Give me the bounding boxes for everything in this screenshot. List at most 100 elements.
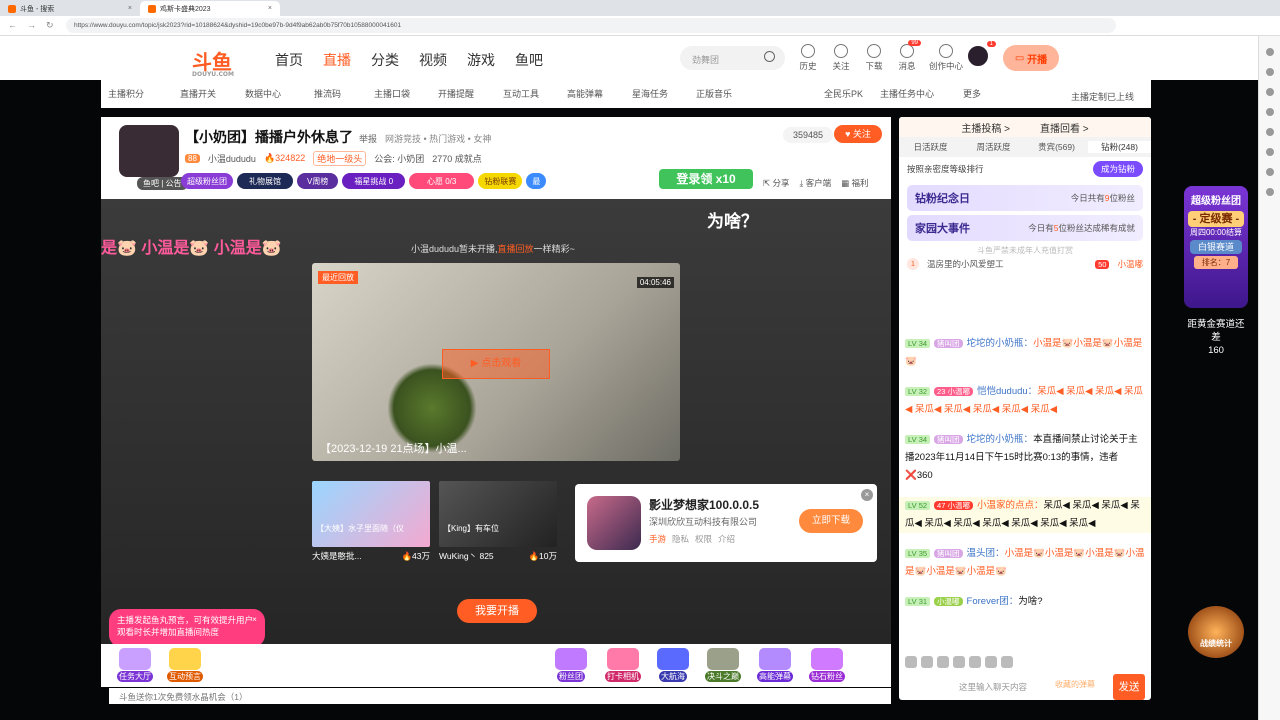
subnav-item[interactable]: 互动工具 <box>503 87 539 100</box>
i-want-live-button[interactable]: 我要开播 <box>457 599 537 623</box>
follow-list-button[interactable]: 关注 <box>829 44 853 72</box>
url-field[interactable]: https://www.douyu.com/topic/jsk2023?rid=… <box>66 18 1116 33</box>
more-pill[interactable]: 最 <box>526 173 547 189</box>
video-player[interactable]: 为啥？ 是🐷 小温是🐷 小温是🐷 小温dududu暂未开播,直播回放一样精彩~ … <box>101 199 891 644</box>
follow-button[interactable]: ♥ 关注 <box>834 125 882 143</box>
welfare-button[interactable]: ▦ 福利 <box>841 177 868 189</box>
tab-daily[interactable]: 日活跃度 <box>899 141 962 153</box>
rank-icon[interactable] <box>969 656 981 668</box>
command-icon[interactable] <box>985 656 997 668</box>
anchor-submit-link[interactable]: 主播投稿 > <box>961 120 1010 135</box>
tools-icon[interactable] <box>1265 88 1274 96</box>
copilot-icon[interactable] <box>1265 128 1274 136</box>
diamond-league-pill[interactable]: 钻粉联赛 <box>478 173 523 189</box>
replay-link[interactable]: 直播回放 <box>498 244 534 254</box>
achievement-label[interactable]: 2770 成就点 <box>432 152 482 165</box>
subnav-item[interactable]: 正版音乐 <box>696 87 732 100</box>
recommend-card[interactable]: 【大姨】水子里面随（仪 大姨是憨批... 🔥43万 <box>312 481 430 569</box>
subnav-item[interactable]: 主播口袋 <box>374 87 410 100</box>
chat-input[interactable]: 这里输入聊天内容 收藏的弹幕 发送 <box>899 673 1151 700</box>
gift-hall-pill[interactable]: 礼物展馆 <box>237 173 293 189</box>
douyu-logo[interactable]: 斗鱼 DOUYU.COM <box>192 46 234 78</box>
forward-icon[interactable]: → <box>27 20 36 31</box>
login-reward-button[interactable]: 登录领 x10 <box>659 169 753 189</box>
start-live-button[interactable]: ▭ 开播 <box>1003 45 1059 71</box>
checkin-camera-button[interactable]: 打卡相机 <box>601 648 645 682</box>
subnav-item[interactable]: 主播定制已上线 <box>1071 90 1134 103</box>
subnav-item[interactable]: 更多 <box>963 87 981 100</box>
bookmark-icon[interactable] <box>1265 68 1274 76</box>
reload-icon[interactable]: ↻ <box>46 20 54 31</box>
superfan-pill[interactable]: 超级粉丝团 <box>181 173 233 189</box>
prediction-button[interactable]: 互动预言 <box>163 648 207 682</box>
voyage-button[interactable]: 大航海 <box>651 648 695 682</box>
browser-tab-active[interactable]: 鸡斯卡盛典2023 × <box>140 1 280 16</box>
nav-category[interactable]: 分类 <box>371 50 399 70</box>
become-fan-button[interactable]: 成为钻粉 <box>1092 161 1143 177</box>
subnav-item[interactable]: 主播任务中心 <box>880 87 934 100</box>
task-hall-button[interactable]: 任务大厅 <box>113 648 157 682</box>
subnav-item[interactable]: 高能弹幕 <box>567 87 603 100</box>
chat-user[interactable]: 小温家的点点： <box>977 500 1044 511</box>
news-ticker[interactable]: 斗鱼送你1次免费领水晶机会（1） <box>109 688 891 704</box>
recommend-card[interactable]: 【King】有车位 WuKing丶 825 🔥10万 <box>439 481 557 569</box>
search-icon[interactable] <box>1265 48 1274 56</box>
lucky-challenge-pill[interactable]: 福星挑战 0 <box>342 173 406 189</box>
emoji-icon[interactable] <box>905 656 917 668</box>
user-avatar[interactable]: 1 <box>966 41 996 68</box>
subnav-item[interactable]: 开播提醒 <box>438 87 474 100</box>
nav-game[interactable]: 游戏 <box>467 50 495 70</box>
ad-privacy-link[interactable]: 隐私 <box>672 533 689 545</box>
send-button[interactable]: 发送 <box>1113 674 1145 700</box>
subnav-item[interactable]: 数据中心 <box>245 87 281 100</box>
subnav-item[interactable]: 推流码 <box>314 87 341 100</box>
ad-download-button[interactable]: 立即下载 <box>799 509 863 533</box>
close-icon[interactable]: × <box>252 613 257 625</box>
play-replay-button[interactable]: ▶ 点击观看 <box>442 349 550 379</box>
tab-diamond[interactable]: 钻粉(248) <box>1088 141 1151 153</box>
chat-user[interactable]: 坨坨的小奶瓶： <box>967 338 1034 349</box>
fishbar-notice[interactable]: 鱼吧 | 公告 <box>137 177 188 190</box>
vweek-pill[interactable]: V周榜 <box>297 173 339 189</box>
subnav-item[interactable]: 直播开关 <box>180 87 216 100</box>
share-button[interactable]: ⇱ 分享 <box>763 177 790 189</box>
home-event-card[interactable]: 家园大事件 今日有5位粉丝达成稀有成就 <box>907 215 1143 241</box>
replay-card[interactable]: 最近回放 04:05:46 ▶ 点击观看 【2023-12-19 21点场】小温… <box>312 263 680 461</box>
outlook-icon[interactable] <box>1265 148 1274 156</box>
search-icon[interactable] <box>764 51 775 62</box>
streamer-avatar[interactable] <box>119 125 179 177</box>
back-icon[interactable]: ← <box>8 20 17 31</box>
download-button[interactable]: 下载 <box>862 44 886 72</box>
battle-stats-button[interactable]: 战绩统计 <box>1188 606 1244 658</box>
ad-permission-link[interactable]: 权限 <box>695 533 712 545</box>
room-category[interactable]: 网游竞技 • 热门游戏 • 女神 <box>385 134 491 144</box>
guild-label[interactable]: 公会: 小奶团 <box>374 152 424 165</box>
diamond-fan-button[interactable]: 钻石粉丝 <box>805 648 849 682</box>
nav-video[interactable]: 视频 <box>419 50 447 70</box>
client-button[interactable]: ⤓ 客户端 <box>800 177 832 189</box>
duel-button[interactable]: 决斗之巅 <box>701 648 745 682</box>
fan-icon[interactable] <box>937 656 949 668</box>
subnav-item[interactable]: 星海任务 <box>632 87 668 100</box>
ad-intro-link[interactable]: 介绍 <box>718 533 735 545</box>
nav-yuba[interactable]: 鱼吧 <box>515 50 543 70</box>
close-icon[interactable]: × <box>268 5 272 12</box>
horn-icon[interactable] <box>921 656 933 668</box>
wish-pill[interactable]: 心愿 0/3 <box>409 173 475 189</box>
message-button[interactable]: 99 消息 <box>895 40 921 72</box>
chat-list[interactable]: LV 34 猪叫团 坨坨的小奶瓶：小温是🐷小温是🐷小温是🐷 LV 32 23 小温嘟恺… <box>899 335 1151 653</box>
chat-user[interactable]: 坨坨的小奶瓶： <box>967 434 1034 445</box>
close-icon[interactable]: × <box>861 489 873 501</box>
chat-user[interactable]: 温头团： <box>967 548 1005 559</box>
rank-entry[interactable]: 1 温房里的小风爱塑工 50 小温嘟 <box>899 256 1151 272</box>
nav-live[interactable]: 直播 <box>323 50 351 70</box>
fan-anniversary-card[interactable]: 钻粉纪念日 今日共有9位粉丝 <box>907 185 1143 211</box>
energy-danmu-button[interactable]: 高能弹幕 <box>753 648 797 682</box>
subnav-item[interactable]: 全民乐PK <box>824 87 863 100</box>
chat-user[interactable]: Forever团： <box>967 596 1019 607</box>
history-button[interactable]: 历史 <box>796 44 820 72</box>
nav-home[interactable]: 首页 <box>275 50 303 70</box>
tab-weekly[interactable]: 周活跃度 <box>962 141 1025 153</box>
superfan-widget[interactable]: 超级粉丝团 - 定级赛 - 周四00:00结算 白银赛道 排名：7 <box>1184 186 1248 308</box>
close-icon[interactable]: × <box>128 5 132 12</box>
